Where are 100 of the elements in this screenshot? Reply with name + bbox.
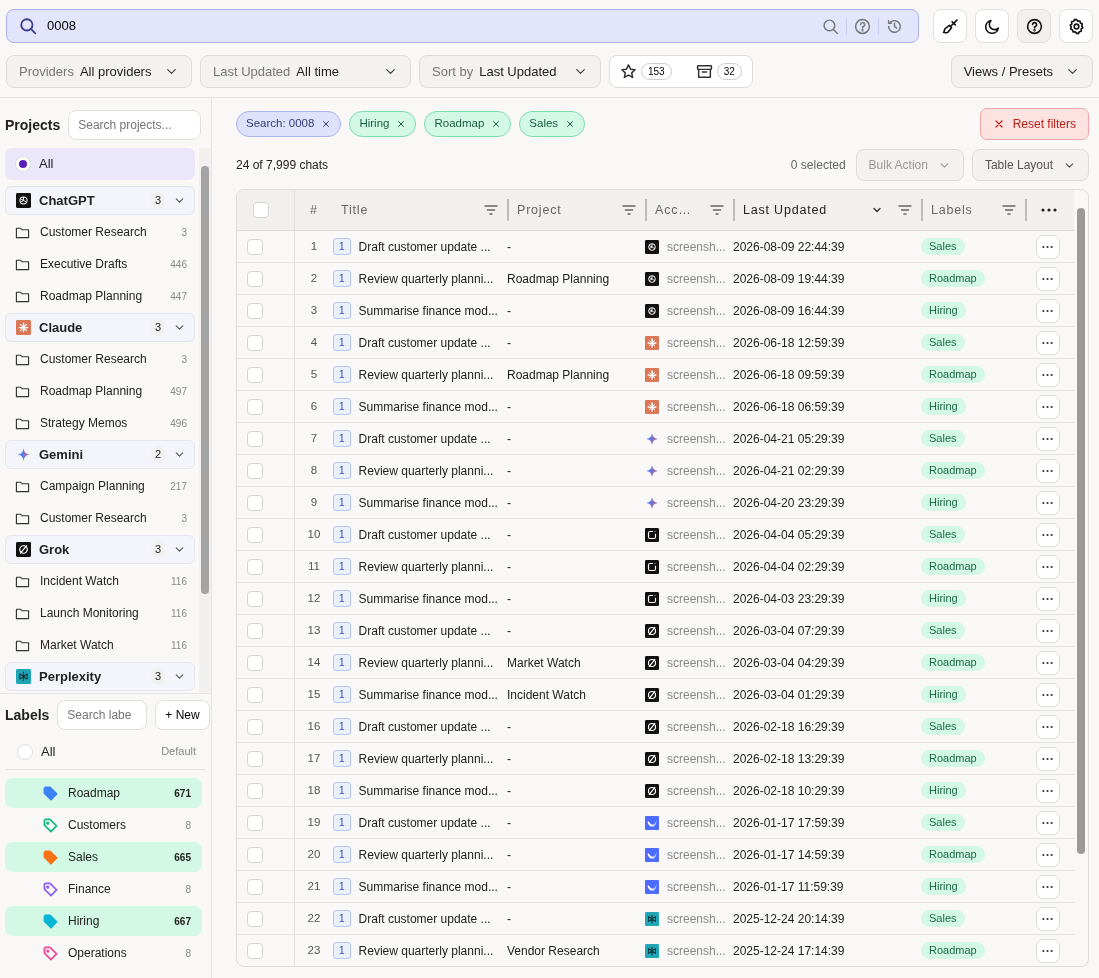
chat-title[interactable]: Review quarterly planni... (358, 749, 494, 768)
row-checkbox[interactable] (247, 654, 263, 671)
row-checkbox[interactable] (247, 846, 263, 863)
provider-group[interactable]: Grok 3 (5, 535, 195, 564)
row-menu-button[interactable] (1035, 906, 1060, 931)
label-item[interactable]: Roadmap 671 (5, 778, 202, 808)
chat-title[interactable]: Draft customer update ... (358, 333, 491, 352)
chat-title[interactable]: Summarise finance mod... (358, 301, 498, 320)
column-header[interactable]: # (295, 199, 333, 221)
radio-button[interactable] (17, 743, 33, 760)
filter-dropdown[interactable]: Sort by Last Updated (419, 55, 601, 88)
provider-group[interactable]: ChatGPT 3 (5, 186, 195, 215)
brush-button[interactable] (933, 9, 967, 43)
row-checkbox[interactable] (247, 942, 263, 959)
chat-title[interactable]: Draft customer update ... (358, 813, 491, 832)
column-header[interactable]: Title (333, 199, 507, 221)
project-item[interactable]: Strategy Memos 496 (5, 407, 195, 439)
row-checkbox[interactable] (247, 750, 263, 767)
project-item[interactable]: Roadmap Planning 447 (5, 280, 195, 312)
project-item[interactable]: Customer Research 3 (5, 216, 195, 248)
chat-title[interactable]: Draft customer update ... (358, 237, 491, 256)
project-item[interactable]: Campaign Planning 217 (5, 470, 195, 502)
row-menu-button[interactable] (1035, 778, 1060, 803)
chat-title[interactable]: Draft customer update ... (358, 909, 491, 928)
row-menu-button[interactable] (1035, 810, 1060, 835)
reset-filters-button[interactable]: Reset filters (979, 108, 1089, 140)
label-item[interactable]: Customers 8 (5, 810, 202, 840)
row-menu-button[interactable] (1035, 650, 1060, 675)
new-label-button[interactable]: + New (155, 700, 210, 730)
chat-title[interactable]: Review quarterly planni... (358, 941, 494, 960)
label-item[interactable]: Hiring 667 (5, 906, 202, 936)
provider-group[interactable]: Claude 3 (5, 313, 195, 342)
chat-title[interactable]: Summarise finance mod... (358, 781, 498, 800)
row-checkbox[interactable] (247, 398, 263, 415)
row-menu-button[interactable] (1035, 746, 1060, 771)
chat-title[interactable]: Review quarterly planni... (358, 365, 494, 384)
row-checkbox[interactable] (247, 686, 263, 703)
chat-title[interactable]: Review quarterly planni... (358, 653, 494, 672)
project-item[interactable]: Executive Drafts 446 (5, 248, 195, 280)
project-search-field[interactable]: Search projects... (68, 110, 201, 140)
label-item[interactable]: Operations 8 (5, 938, 202, 968)
radio-button[interactable] (15, 156, 31, 172)
row-menu-button[interactable] (1035, 522, 1060, 547)
row-menu-button[interactable] (1035, 618, 1060, 643)
search-bar[interactable]: 0008 (6, 9, 919, 43)
filter-dropdown[interactable]: Providers All providers (6, 55, 192, 88)
table-layout-button[interactable]: Table Layout (971, 149, 1089, 181)
row-checkbox[interactable] (247, 430, 263, 447)
row-checkbox[interactable] (247, 622, 263, 639)
row-menu-button[interactable] (1035, 394, 1060, 419)
row-menu-button[interactable] (1035, 298, 1060, 323)
row-menu-button[interactable] (1035, 330, 1060, 355)
archive-button[interactable]: 32 (695, 63, 742, 80)
column-header[interactable]: Last Updated (733, 199, 921, 221)
provider-group[interactable]: Perplexity 3 (5, 662, 195, 691)
row-menu-button[interactable] (1035, 458, 1060, 483)
scrollbar[interactable] (199, 148, 211, 693)
filter-chip[interactable]: Search: 0008 (236, 111, 342, 137)
label-search-field[interactable]: Search labe (57, 700, 148, 730)
chat-title[interactable]: Review quarterly planni... (358, 269, 494, 288)
chat-title[interactable]: Summarise finance mod... (358, 493, 498, 512)
project-item[interactable]: Customer Research 3 (5, 343, 195, 375)
label-all-text[interactable]: All (41, 741, 56, 762)
row-checkbox[interactable] (247, 366, 263, 383)
chat-title[interactable]: Draft customer update ... (358, 621, 491, 640)
column-header[interactable]: Acc… (645, 199, 733, 221)
chat-title[interactable]: Summarise finance mod... (358, 397, 498, 416)
row-checkbox[interactable] (247, 270, 263, 287)
search-field[interactable]: 0008 (37, 15, 815, 37)
row-checkbox[interactable] (247, 718, 263, 735)
column-header[interactable]: Labels (921, 199, 1025, 221)
moon-button[interactable] (975, 9, 1009, 43)
chat-title[interactable]: Summarise finance mod... (358, 589, 498, 608)
row-menu-button[interactable] (1035, 426, 1060, 451)
row-menu-button[interactable] (1035, 938, 1060, 963)
views-presets-button[interactable]: Views / Presets (950, 55, 1093, 88)
label-item[interactable]: Sales 665 (5, 842, 202, 872)
filter-dropdown[interactable]: Last Updated All time (200, 55, 411, 88)
project-item[interactable]: Customer Research 3 (5, 502, 195, 534)
chat-title[interactable]: Summarise finance mod... (358, 685, 498, 704)
row-checkbox[interactable] (247, 910, 263, 927)
filter-chip[interactable]: Sales (519, 111, 586, 137)
row-menu-button[interactable] (1035, 362, 1060, 387)
row-menu-button[interactable] (1035, 234, 1060, 259)
row-checkbox[interactable] (247, 238, 263, 255)
row-checkbox[interactable] (247, 334, 263, 351)
row-checkbox[interactable] (247, 302, 263, 319)
help-button[interactable] (1017, 9, 1051, 43)
chat-title[interactable]: Review quarterly planni... (358, 845, 494, 864)
chat-title[interactable]: Summarise finance mod... (358, 877, 498, 896)
filter-chip[interactable]: Hiring (349, 111, 417, 137)
row-menu-button[interactable] (1035, 554, 1060, 579)
row-menu-button[interactable] (1035, 682, 1060, 707)
row-menu-button[interactable] (1035, 266, 1060, 291)
row-checkbox[interactable] (247, 878, 263, 895)
row-checkbox[interactable] (247, 494, 263, 511)
column-header[interactable]: Project (507, 199, 645, 221)
starred-button[interactable]: 153 (620, 63, 672, 80)
row-checkbox[interactable] (247, 590, 263, 607)
row-checkbox[interactable] (247, 526, 263, 543)
